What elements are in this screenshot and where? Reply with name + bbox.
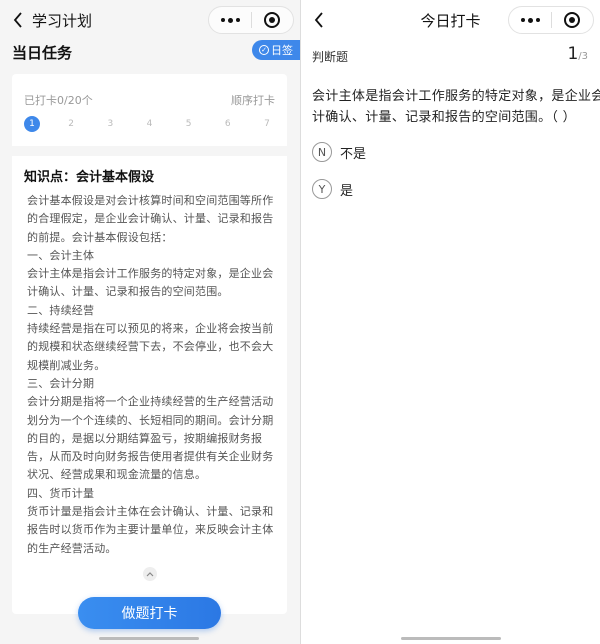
- knowledge-line: 一、会计主体: [27, 248, 95, 262]
- home-indicator: [401, 637, 501, 640]
- knowledge-line: 会计基本假设是对会计核算时间和空间范围等所作: [27, 194, 274, 207]
- mini-program-capsule: [208, 6, 294, 34]
- do-question-button[interactable]: 做题打卡: [78, 597, 221, 629]
- question-line: 计确认、计量、记录和报告的空间范围。（ ）: [312, 110, 576, 125]
- option-yes[interactable]: Y 是: [312, 179, 353, 199]
- step-dot[interactable]: 4: [141, 116, 157, 132]
- knowledge-line: 状况、经营成果和现金流量的信息。: [27, 468, 207, 482]
- knowledge-line: 的生产经营活动。: [27, 541, 117, 555]
- option-text: 是: [340, 183, 354, 199]
- option-no[interactable]: N 不是: [312, 142, 366, 162]
- progress-row: 已打卡0/20个 顺序打卡: [24, 92, 275, 108]
- question-text: 会计主体是指会计工作服务的特定对象，是企业会 计确认、计量、记录和报告的空间范围。…: [312, 86, 600, 128]
- step-dot[interactable]: 5: [181, 116, 197, 132]
- knowledge-line: 会计分期是指将一个企业持续经营的生产经营活动: [27, 395, 274, 409]
- nav-bar: 学习计划: [0, 0, 300, 40]
- question-type: 判断题: [312, 50, 349, 64]
- option-letter: Y: [312, 179, 332, 199]
- mini-program-capsule: [508, 6, 594, 34]
- knowledge-line: 划分为一个个连续的、长短相同的期间。会计分期: [27, 413, 274, 427]
- knowledge-title: 知识点：会计基本假设: [24, 170, 155, 185]
- progress-label: 已打卡0/20个: [24, 94, 93, 107]
- question-line: 会计主体是指会计工作服务的特定对象，是企业会: [312, 89, 600, 104]
- task-card: 已打卡0/20个 顺序打卡 1 2 3 4 5 6 7 知识点：会计基本假设 会计基本假设是…: [12, 74, 287, 614]
- step-dot[interactable]: 7: [259, 116, 275, 132]
- knowledge-line: 的合理假定，是企业会计确认、计量、记录和报告: [27, 212, 274, 226]
- back-arrow-icon[interactable]: [8, 10, 28, 30]
- knowledge-line: 二、持续经营: [27, 303, 95, 317]
- page-title: 学习计划: [32, 12, 93, 30]
- knowledge-line: 规模削减业务。: [27, 358, 106, 372]
- daily-sign-button[interactable]: ✓ 日签: [252, 40, 300, 60]
- home-indicator: [99, 637, 199, 640]
- chevron-up-icon[interactable]: [143, 567, 157, 581]
- knowledge-line: 持续经营是指在可以预见的将来，企业将会按当前: [27, 322, 274, 336]
- study-plan-screen: 学习计划 当日任务 ✓ 日签 已打卡0/20个 顺序打卡 1 2 3 4 5 6 7 知识点…: [0, 0, 300, 644]
- knowledge-line: 的规模和状态继续经营下去，不会停业，也不会大: [27, 340, 274, 354]
- more-dots-icon[interactable]: [509, 7, 551, 33]
- knowledge-line: 报告时以货币作为主要计量单位，来反映会计主体: [27, 523, 274, 537]
- knowledge-body: 会计基本假设是对会计核算时间和空间范围等所作 的合理假定，是企业会计确认、计量、记…: [27, 192, 277, 558]
- knowledge-line: 货币计量是指会计主体在会计确认、计量、记录和: [27, 505, 274, 519]
- knowledge-line: 三、会计分期: [27, 376, 95, 390]
- nav-bar: 今日打卡: [301, 0, 600, 40]
- mode-label[interactable]: 顺序打卡: [231, 92, 275, 108]
- knowledge-line: 的前提。会计基本假设包括：: [27, 230, 173, 244]
- more-dots-icon[interactable]: [209, 7, 251, 33]
- card-divider: [12, 146, 287, 156]
- step-dot[interactable]: 1: [24, 116, 40, 132]
- daily-sign-label: 日签: [271, 44, 293, 57]
- step-dot[interactable]: 3: [102, 116, 118, 132]
- step-indicator: 1 2 3 4 5 6 7: [24, 116, 275, 132]
- step-dot[interactable]: 2: [63, 116, 79, 132]
- knowledge-line: 的目的，是据以分期结算盈亏，按期编报财务报: [27, 431, 263, 445]
- daily-checkin-screen: 今日打卡 判断题 1/3 会计主体是指会计工作服务的特定对象，是企业会 计确认、计…: [301, 0, 600, 644]
- close-capsule-icon[interactable]: [552, 7, 593, 33]
- close-capsule-icon[interactable]: [252, 7, 293, 33]
- option-letter: N: [312, 142, 332, 162]
- knowledge-line: 四、货币计量: [27, 486, 95, 500]
- section-title: 当日任务: [12, 44, 73, 62]
- question-counter: 1/3: [567, 44, 588, 64]
- current-question: 1: [567, 44, 579, 64]
- option-text: 不是: [340, 146, 367, 162]
- total-questions: /3: [578, 51, 588, 62]
- step-dot[interactable]: 6: [220, 116, 236, 132]
- knowledge-line: 会计主体是指会计工作服务的特定对象，是企业会: [27, 267, 274, 281]
- knowledge-line: 计确认、计量、记录和报告的空间范围。: [27, 285, 229, 299]
- check-circle-icon: ✓: [259, 45, 269, 55]
- knowledge-line: 告，从而及时向财务报告使用者提供有关企业财务: [27, 450, 274, 464]
